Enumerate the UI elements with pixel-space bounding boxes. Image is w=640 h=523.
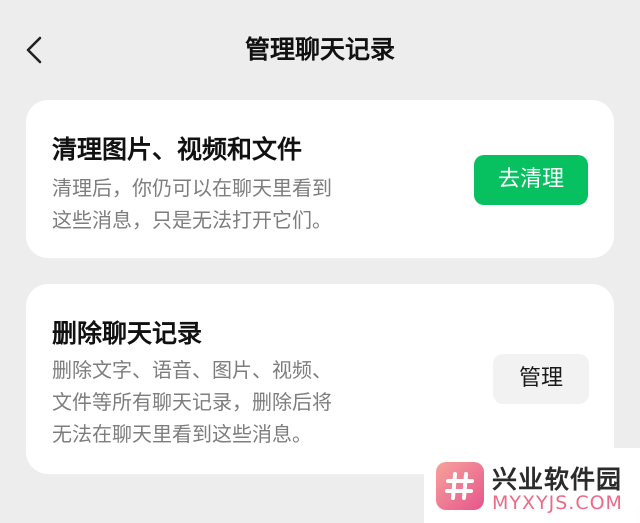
- delete-history-title: 删除聊天记录: [52, 319, 203, 348]
- hash-logo-icon: [436, 462, 484, 510]
- clean-media-description: 清理后，你仍可以在聊天里看到 这些消息，只是无法打开它们。: [52, 172, 332, 236]
- clean-media-title: 清理图片、视频和文件: [52, 135, 303, 164]
- description-line: 无法在聊天里看到这些消息。: [52, 422, 312, 446]
- description-line: 文件等所有聊天记录，删除后将: [52, 390, 332, 414]
- description-line: 清理后，你仍可以在聊天里看到: [52, 176, 332, 200]
- description-line: 删除文字、语音、图片、视频、: [52, 358, 332, 382]
- go-clean-button[interactable]: 去清理: [474, 155, 588, 205]
- page-title: 管理聊天记录: [244, 35, 395, 64]
- delete-history-card: 删除聊天记录 删除文字、语音、图片、视频、 文件等所有聊天记录，删除后将 无法在…: [26, 284, 614, 474]
- navigation-bar: 管理聊天记录: [0, 0, 640, 100]
- delete-history-description: 删除文字、语音、图片、视频、 文件等所有聊天记录，删除后将 无法在聊天里看到这些…: [52, 354, 332, 450]
- watermark-name: 兴业软件园: [492, 465, 623, 494]
- watermark-domain: MYXYJS.COM: [492, 492, 623, 514]
- watermark: 兴业软件园 MYXYJS.COM: [424, 448, 640, 523]
- manage-button[interactable]: 管理: [493, 354, 589, 404]
- clean-media-card: 清理图片、视频和文件 清理后，你仍可以在聊天里看到 这些消息，只是无法打开它们。…: [26, 100, 614, 258]
- description-line: 这些消息，只是无法打开它们。: [52, 208, 332, 232]
